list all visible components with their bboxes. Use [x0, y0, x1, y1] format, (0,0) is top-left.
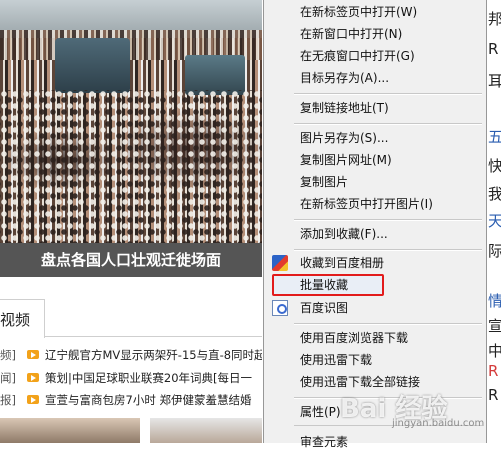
menu-item-label: 复制图片 — [300, 175, 349, 189]
news-row[interactable]: 报] 宣萱与富商包房7小时 郑伊健蒙羞慧结婚 — [0, 392, 262, 412]
menu-item-save-image-as[interactable]: 图片另存为(S)... — [264, 127, 486, 149]
menu-item-copy-image-url[interactable]: 复制图片网址(M) — [264, 149, 486, 171]
tab-divider — [44, 336, 262, 337]
menu-item-copy-image[interactable]: 复制图片 — [264, 171, 486, 193]
video-thumbnail[interactable] — [150, 418, 262, 443]
menu-item-label: 批量收藏 — [300, 278, 349, 292]
side-text: 我 — [488, 185, 501, 203]
photo-train — [185, 55, 245, 95]
video-icon — [27, 395, 39, 404]
baidu-album-icon — [272, 255, 288, 271]
menu-item-label: 使用迅雷下载 — [300, 353, 373, 367]
context-menu: 在新标签页中打开(W) 在新窗口中打开(N) 在无痕窗口中打开(G) 目标另存为… — [263, 0, 487, 449]
side-text: 五 — [488, 128, 501, 146]
menu-item-batch-favorite[interactable]: 批量收藏 — [264, 274, 486, 296]
tab-video-label: 视频 — [0, 311, 31, 329]
news-category: 报] — [0, 393, 16, 407]
news-row[interactable]: 闻] 策划|中国足球职业联赛20年词典[每日一 — [0, 370, 262, 390]
menu-item-label: 图片另存为(S)... — [300, 131, 389, 145]
side-text: 快 — [488, 157, 501, 175]
side-text: R — [488, 362, 499, 380]
news-row[interactable]: 频] 辽宁舰官方MV显示两架歼-15与直-8同时起 — [0, 347, 262, 367]
news-headline[interactable]: 宣萱与富商包房7小时 郑伊健蒙羞慧结婚 — [45, 392, 251, 408]
side-text: 邦 — [488, 10, 501, 28]
video-icon — [27, 373, 39, 382]
menu-item-open-incognito[interactable]: 在无痕窗口中打开(G) — [264, 45, 486, 67]
menu-item-label: 复制图片网址(M) — [300, 153, 392, 167]
menu-item-label: 百度识图 — [300, 301, 349, 315]
news-headline[interactable]: 策划|中国足球职业联赛20年词典[每日一 — [45, 370, 252, 386]
side-text: R — [488, 386, 499, 404]
news-category: 频] — [0, 348, 16, 362]
image-search-icon — [272, 300, 288, 316]
menu-item-label: 在新标签页中打开(W) — [300, 5, 418, 19]
side-text: 际 — [488, 242, 501, 260]
news-category: 闻] — [0, 371, 16, 385]
news-headline[interactable]: 辽宁舰官方MV显示两架歼-15与直-8同时起 — [45, 347, 262, 363]
video-icon — [27, 350, 39, 359]
side-text: 情 — [488, 292, 501, 310]
menu-item-save-to-baidu-album[interactable]: 收藏到百度相册 — [264, 252, 486, 274]
menu-item-label: 添加到收藏(F)... — [300, 227, 388, 241]
menu-item-label: 在新标签页中打开图片(I) — [300, 197, 433, 211]
menu-item-label: 在无痕窗口中打开(G) — [300, 49, 415, 63]
menu-item-save-target-as[interactable]: 目标另存为(A)... — [264, 67, 486, 89]
menu-separator — [294, 249, 482, 251]
menu-item-label: 在新窗口中打开(N) — [300, 27, 403, 41]
menu-item-open-new-window[interactable]: 在新窗口中打开(N) — [264, 23, 486, 45]
menu-item-label: 目标另存为(A)... — [300, 71, 390, 85]
menu-item-label: 审查元素 — [300, 435, 349, 449]
side-text: R — [488, 40, 499, 58]
menu-item-label: 收藏到百度相册 — [300, 256, 385, 270]
menu-item-open-image-new-tab[interactable]: 在新标签页中打开图片(I) — [264, 193, 486, 215]
menu-item-add-to-favorites[interactable]: 添加到收藏(F)... — [264, 223, 486, 245]
menu-item-inspect-element[interactable]: 审查元素 — [264, 431, 486, 453]
video-thumbnail[interactable] — [0, 418, 140, 443]
side-text: 宣 — [488, 317, 501, 335]
menu-item-open-new-tab[interactable]: 在新标签页中打开(W) — [264, 1, 486, 23]
menu-item-label: 复制链接地址(T) — [300, 101, 389, 115]
watermark-url: jingyan.baidu.com — [392, 418, 485, 429]
menu-item-baidu-image-search[interactable]: 百度识图 — [264, 297, 486, 319]
photo-crowd — [0, 90, 262, 243]
menu-separator — [294, 93, 482, 95]
menu-item-label: 属性(P) — [300, 405, 341, 419]
menu-separator — [294, 219, 482, 221]
photo-caption[interactable]: 盘点各国人口壮观迁徙场面 — [0, 243, 262, 277]
side-text: 耳 — [488, 72, 501, 90]
side-text: 天 — [488, 212, 501, 230]
menu-item-download-xunlei[interactable]: 使用迅雷下载 — [264, 349, 486, 371]
side-text: 中 — [488, 342, 501, 360]
menu-item-download-baidu-browser[interactable]: 使用百度浏览器下载 — [264, 327, 486, 349]
menu-item-label: 使用百度浏览器下载 — [300, 331, 409, 345]
menu-item-copy-link[interactable]: 复制链接地址(T) — [264, 97, 486, 119]
menu-separator — [294, 323, 482, 325]
photo-train — [55, 38, 130, 93]
menu-separator — [294, 123, 482, 125]
